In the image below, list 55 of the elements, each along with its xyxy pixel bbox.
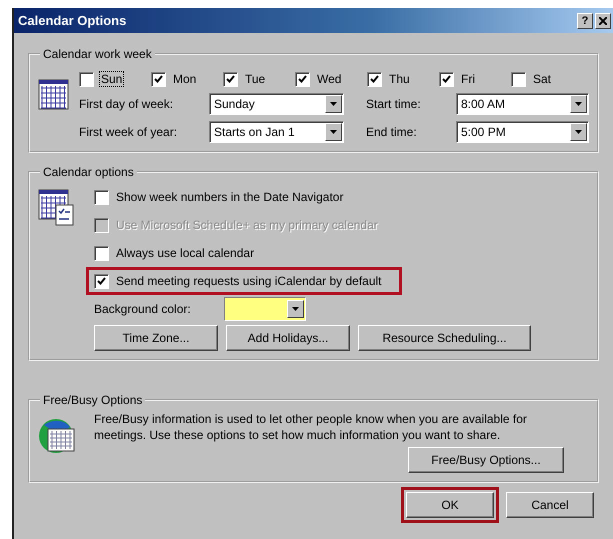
dropdown-arrow-icon xyxy=(575,102,582,106)
option-button[interactable]: Time Zone... xyxy=(94,325,218,351)
checkbox[interactable] xyxy=(511,72,526,86)
color-dropdown[interactable] xyxy=(224,297,306,321)
option-button[interactable]: Resource Scheduling... xyxy=(358,325,531,351)
field-label: First week of year: xyxy=(79,125,178,139)
close-icon xyxy=(599,16,607,24)
field-label: Background color: xyxy=(94,302,192,316)
check-icon xyxy=(442,75,451,83)
day-label[interactable]: Sun xyxy=(100,72,124,86)
check-icon xyxy=(298,75,307,83)
free-busy-options-button[interactable]: Free/Busy Options... xyxy=(408,447,564,473)
close-button[interactable] xyxy=(595,12,611,28)
dropdown-arrow-icon xyxy=(575,130,582,134)
check-icon xyxy=(97,277,106,285)
cancel-button[interactable]: Cancel xyxy=(506,492,594,518)
dropdown-field[interactable]: Starts on Jan 1 xyxy=(209,121,344,143)
group-title: Calendar options xyxy=(42,165,135,179)
calendar-icon xyxy=(38,79,69,110)
dropdown-arrow-icon xyxy=(330,130,337,134)
description-text: Free/Busy information is used to let other people know when you are available for meetings. Use these options to set how much information you want to share. xyxy=(94,411,528,443)
day-label[interactable]: Fri xyxy=(460,72,476,86)
field-label: End time: xyxy=(366,125,418,139)
checkbox[interactable] xyxy=(439,72,454,86)
dropdown-field[interactable]: 5:00 PM xyxy=(456,121,589,143)
help-button[interactable]: ? xyxy=(577,12,593,28)
dropdown-arrow-icon xyxy=(292,307,299,311)
check-icon xyxy=(226,75,235,83)
field-label: First day of week: xyxy=(79,97,174,111)
dropdown-arrow-icon xyxy=(330,102,337,106)
ok-button[interactable]: OK xyxy=(406,492,494,518)
checkbox[interactable] xyxy=(151,72,166,86)
checkbox[interactable] xyxy=(79,72,94,86)
check-icon xyxy=(370,75,379,83)
day-label[interactable]: Mon xyxy=(172,72,198,86)
day-label[interactable]: Thu xyxy=(388,72,411,86)
checkbox[interactable] xyxy=(295,72,310,86)
option-checkbox[interactable]: Show week numbers in the Date Navigator xyxy=(94,190,344,204)
dropdown-field[interactable]: Sunday xyxy=(209,93,344,115)
checkbox[interactable] xyxy=(367,72,382,86)
option-button[interactable]: Add Holidays... xyxy=(226,325,350,351)
checkbox[interactable] xyxy=(223,72,238,86)
day-label[interactable]: Sat xyxy=(532,72,552,86)
check-icon xyxy=(154,75,163,83)
group-title: Free/Busy Options xyxy=(42,393,144,407)
field-label: Start time: xyxy=(366,97,422,111)
day-label[interactable]: Tue xyxy=(244,72,266,86)
option-checkbox[interactable]: Send meeting requests using iCalendar by default xyxy=(94,274,382,288)
globe-calendar-icon xyxy=(38,417,76,455)
option-checkbox[interactable]: Always use local calendar xyxy=(94,246,256,260)
group-title: Calendar work week xyxy=(42,47,153,61)
day-label[interactable]: Wed xyxy=(316,72,342,86)
window-title: Calendar Options xyxy=(18,13,126,28)
calendar-checklist-icon xyxy=(38,189,76,227)
dropdown-field[interactable]: 8:00 AM xyxy=(456,93,589,115)
